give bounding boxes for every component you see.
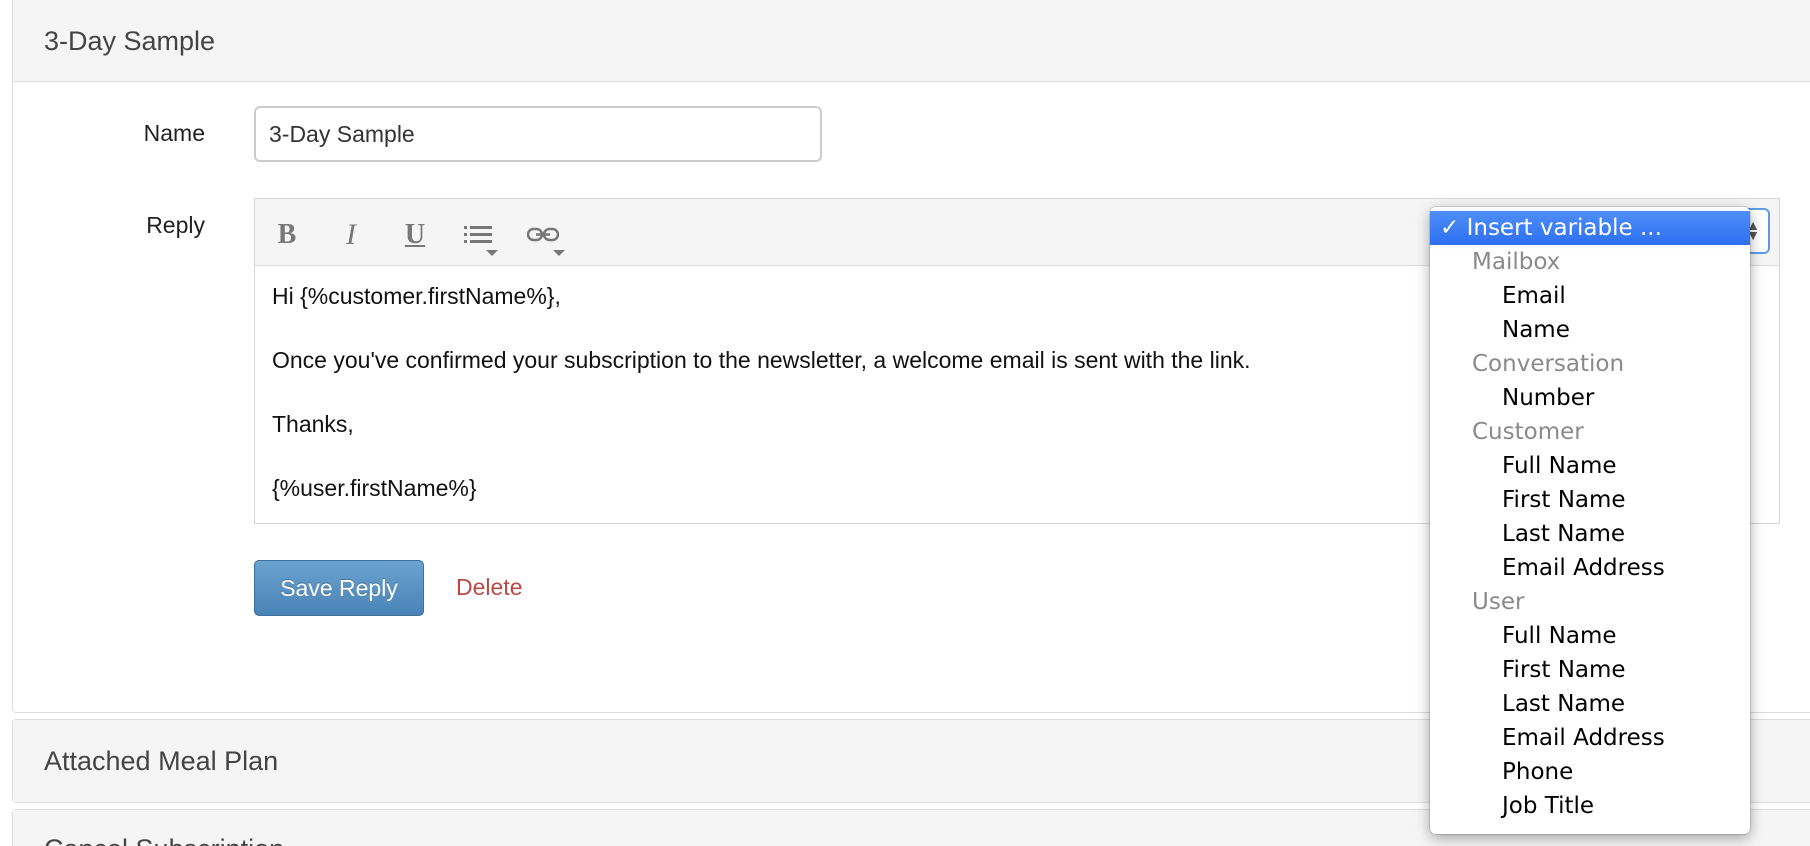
menu-item[interactable]: First Name (1430, 653, 1750, 687)
underline-button[interactable]: U (395, 215, 435, 255)
list-icon (464, 224, 498, 256)
menu-group-label: User (1472, 589, 1525, 615)
name-label: Name (143, 120, 205, 146)
menu-item[interactable]: Name (1430, 313, 1750, 347)
menu-item[interactable]: Full Name (1430, 619, 1750, 653)
menu-item[interactable]: Email Address (1430, 721, 1750, 755)
menu-item[interactable]: Number (1430, 381, 1750, 415)
italic-button[interactable]: I (331, 215, 371, 255)
menu-item[interactable]: Last Name (1430, 517, 1750, 551)
link-button[interactable] (523, 215, 565, 256)
menu-group-label: Customer (1472, 419, 1584, 445)
menu-item[interactable]: Job Title (1430, 789, 1750, 823)
menu-item[interactable]: Phone (1430, 755, 1750, 789)
menu-group-label: Mailbox (1472, 249, 1561, 275)
bold-button[interactable]: B (267, 215, 307, 255)
list-button[interactable] (459, 215, 499, 256)
insert-variable-menu[interactable]: ✓ Insert variable ... Mailbox Email Name… (1430, 207, 1750, 834)
menu-item[interactable]: Email Address (1430, 551, 1750, 585)
link-icon (526, 224, 565, 256)
menu-item[interactable]: Last Name (1430, 687, 1750, 721)
reply-label: Reply (146, 212, 205, 238)
panel-title[interactable]: 3-Day Sample (13, 0, 1810, 82)
name-input[interactable] (254, 106, 822, 162)
save-reply-button[interactable]: Save Reply (254, 560, 424, 616)
menu-group-label: Conversation (1472, 351, 1625, 377)
menu-item[interactable]: Email (1430, 279, 1750, 313)
menu-item[interactable]: First Name (1430, 483, 1750, 517)
menu-item[interactable]: Full Name (1430, 449, 1750, 483)
menu-item-selected[interactable]: ✓ Insert variable ... (1430, 211, 1750, 245)
delete-link[interactable]: Delete (456, 574, 522, 601)
